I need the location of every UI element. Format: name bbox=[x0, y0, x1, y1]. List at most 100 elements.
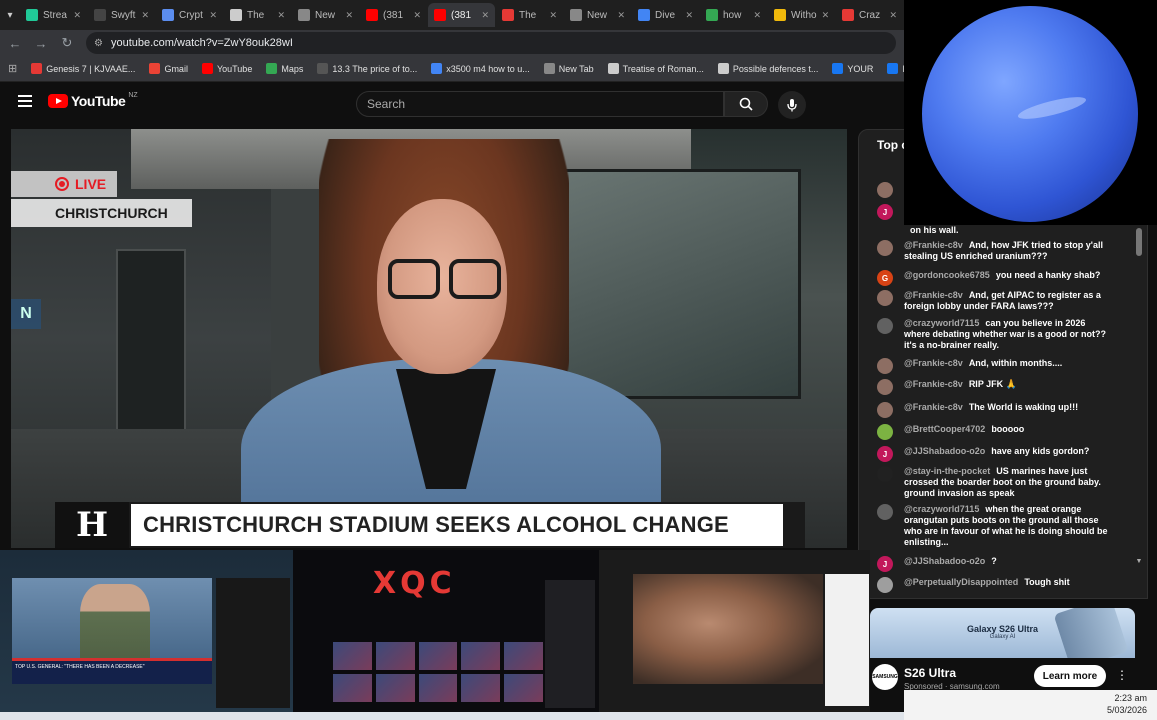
chat-author[interactable]: @crazyworld7115 bbox=[904, 504, 979, 514]
bookmark-item[interactable]: Maps bbox=[266, 63, 303, 74]
browser-tab[interactable]: Swyft ✕ bbox=[88, 3, 155, 27]
bookmark-item[interactable]: YOUR bbox=[832, 63, 873, 74]
system-clock[interactable]: 2:23 am 5/03/2026 bbox=[904, 690, 1157, 720]
bookmark-item[interactable]: x3500 m4 how to u... bbox=[431, 63, 530, 74]
chat-avatar[interactable] bbox=[877, 318, 893, 334]
browser-tab[interactable]: Craz ✕ bbox=[836, 3, 903, 27]
close-tab-icon[interactable]: ✕ bbox=[685, 10, 693, 21]
window-preview-news[interactable]: TOP U.S. GENERAL: "THERE HAS BEEN A DECR… bbox=[0, 550, 293, 712]
chat-avatar[interactable]: G bbox=[877, 270, 893, 286]
close-tab-icon[interactable]: ✕ bbox=[617, 10, 625, 21]
chat-avatar[interactable]: J bbox=[877, 446, 893, 462]
chat-avatar[interactable]: J bbox=[877, 204, 893, 220]
more-options-icon[interactable]: ⋮ bbox=[1116, 668, 1128, 682]
bookmark-item[interactable]: Genesis 7 | KJVAAE... bbox=[31, 63, 135, 74]
bookmark-item[interactable]: YouTube bbox=[201, 63, 252, 74]
browser-tab[interactable]: The ✕ bbox=[224, 3, 291, 27]
chat-author[interactable]: @Frankie-c8v bbox=[904, 240, 963, 250]
chat-author[interactable]: @JJShabadoo-o2o bbox=[904, 556, 985, 566]
learn-more-button[interactable]: Learn more bbox=[1034, 665, 1106, 687]
chat-author[interactable]: @JJShabadoo-o2o bbox=[904, 446, 985, 456]
bookmark-item[interactable]: Treatise of Roman... bbox=[607, 63, 704, 74]
advertiser-logo[interactable]: SAMSUNG bbox=[872, 664, 898, 690]
browser-tab[interactable]: New ✕ bbox=[564, 3, 631, 27]
scroll-thumb[interactable] bbox=[1136, 228, 1142, 256]
close-tab-icon[interactable]: ✕ bbox=[345, 10, 353, 21]
chat-author[interactable]: @crazyworld7115 bbox=[904, 318, 979, 328]
chat-author[interactable]: @gordoncooke6785 bbox=[904, 270, 990, 280]
tab-search-dropdown[interactable]: ▾ bbox=[0, 0, 20, 30]
window-preview-stream[interactable]: XQC bbox=[293, 550, 599, 712]
chat-author[interactable]: @Frankie-c8v bbox=[904, 358, 963, 368]
bookmark-item[interactable]: Gmail bbox=[149, 63, 188, 74]
browser-tab[interactable]: (381 ✕ bbox=[428, 3, 495, 27]
chat-avatar[interactable] bbox=[877, 379, 893, 395]
chat-scrollbar[interactable]: ▲ ▼ bbox=[1135, 216, 1143, 596]
back-icon[interactable]: ← bbox=[8, 36, 22, 51]
chat-message: G @gordoncooke6785 you need a hanky shab? bbox=[877, 270, 1113, 286]
chat-avatar[interactable] bbox=[877, 290, 893, 306]
chat-author[interactable]: @Frankie-c8v bbox=[904, 290, 963, 300]
window-preview-vlog[interactable] bbox=[599, 550, 870, 712]
browser-tab[interactable]: (381 ✕ bbox=[360, 3, 427, 27]
chat-message: @BrettCooper4702 booooo bbox=[877, 424, 1113, 440]
scroll-down-icon[interactable]: ▼ bbox=[1135, 558, 1143, 565]
browser-tab[interactable]: Dive ✕ bbox=[632, 3, 699, 27]
chat-text: booooo bbox=[991, 424, 1025, 434]
reload-icon[interactable]: ↻ bbox=[60, 35, 74, 51]
close-tab-icon[interactable]: ✕ bbox=[413, 10, 421, 21]
youtube-logo[interactable]: YouTube NZ bbox=[48, 92, 138, 109]
tab-title: The bbox=[519, 9, 537, 21]
chat-avatar[interactable] bbox=[877, 182, 893, 198]
chat-avatar[interactable] bbox=[877, 504, 893, 520]
bookmark-favicon-icon bbox=[31, 63, 43, 74]
bookmark-item[interactable]: Facebook green bbox=[887, 63, 904, 74]
close-tab-icon[interactable]: ✕ bbox=[753, 10, 761, 21]
chat-avatar[interactable] bbox=[877, 402, 893, 418]
bookmark-label: 13.3 The price of to... bbox=[332, 63, 418, 74]
ad-product-name[interactable]: S26 Ultra bbox=[904, 666, 956, 680]
browser-tab[interactable]: The ✕ bbox=[496, 3, 563, 27]
browser-tab[interactable]: how ✕ bbox=[700, 3, 767, 27]
search-input[interactable]: Search bbox=[356, 91, 724, 117]
chat-avatar[interactable] bbox=[877, 358, 893, 374]
chat-avatar[interactable] bbox=[877, 577, 893, 593]
address-bar[interactable]: ⚙ youtube.com/watch?v=ZwY8ouk28wI bbox=[86, 32, 896, 54]
voice-search-button[interactable] bbox=[778, 91, 806, 119]
close-tab-icon[interactable]: ✕ bbox=[549, 10, 557, 21]
forward-icon[interactable]: → bbox=[34, 36, 48, 51]
ad-banner[interactable]: Galaxy S26 Ultra Galaxy AI bbox=[870, 608, 1135, 658]
bookmark-item[interactable]: Possible defences t... bbox=[717, 63, 818, 74]
chat-author[interactable]: @BrettCooper4702 bbox=[904, 424, 985, 434]
bookmark-item[interactable]: New Tab bbox=[543, 63, 594, 74]
chat-author[interactable]: @PerpetuallyDisappointed bbox=[904, 577, 1018, 587]
bookmark-item[interactable]: 13.3 The price of to... bbox=[317, 63, 417, 74]
chat-author[interactable]: @stay-in-the-pocket bbox=[904, 466, 990, 476]
video-player[interactable]: LIVE CHRISTCHURCH N H CHRISTCHURCH STADI… bbox=[11, 129, 847, 548]
bookmark-favicon-icon bbox=[607, 63, 619, 74]
chat-author[interactable]: @Frankie-c8v bbox=[904, 402, 963, 412]
chat-avatar[interactable] bbox=[877, 424, 893, 440]
chat-avatar[interactable] bbox=[877, 240, 893, 256]
close-tab-icon[interactable]: ✕ bbox=[277, 10, 285, 21]
chat-avatar[interactable] bbox=[877, 466, 893, 482]
chat-text: you need a hanky shab? bbox=[995, 270, 1101, 280]
close-tab-icon[interactable]: ✕ bbox=[889, 10, 897, 21]
close-tab-icon[interactable]: ✕ bbox=[141, 10, 149, 21]
vlog-frame bbox=[633, 574, 823, 684]
apps-icon[interactable]: ⊞ bbox=[8, 62, 17, 75]
close-tab-icon[interactable]: ✕ bbox=[481, 10, 489, 21]
close-tab-icon[interactable]: ✕ bbox=[73, 10, 81, 21]
close-tab-icon[interactable]: ✕ bbox=[209, 10, 217, 21]
browser-tab[interactable]: New ✕ bbox=[292, 3, 359, 27]
tab-title: (381 bbox=[451, 9, 472, 21]
site-info-icon[interactable]: ⚙ bbox=[94, 38, 103, 49]
browser-tab[interactable]: Strea ✕ bbox=[20, 3, 87, 27]
chat-author[interactable]: @Frankie-c8v bbox=[904, 379, 963, 389]
close-tab-icon[interactable]: ✕ bbox=[822, 10, 830, 21]
browser-tab[interactable]: Witho ✕ bbox=[768, 3, 835, 27]
search-button[interactable] bbox=[724, 91, 768, 117]
chat-avatar[interactable]: J bbox=[877, 556, 893, 572]
browser-tab[interactable]: Crypt ✕ bbox=[156, 3, 223, 27]
hamburger-menu-icon[interactable] bbox=[18, 95, 32, 107]
